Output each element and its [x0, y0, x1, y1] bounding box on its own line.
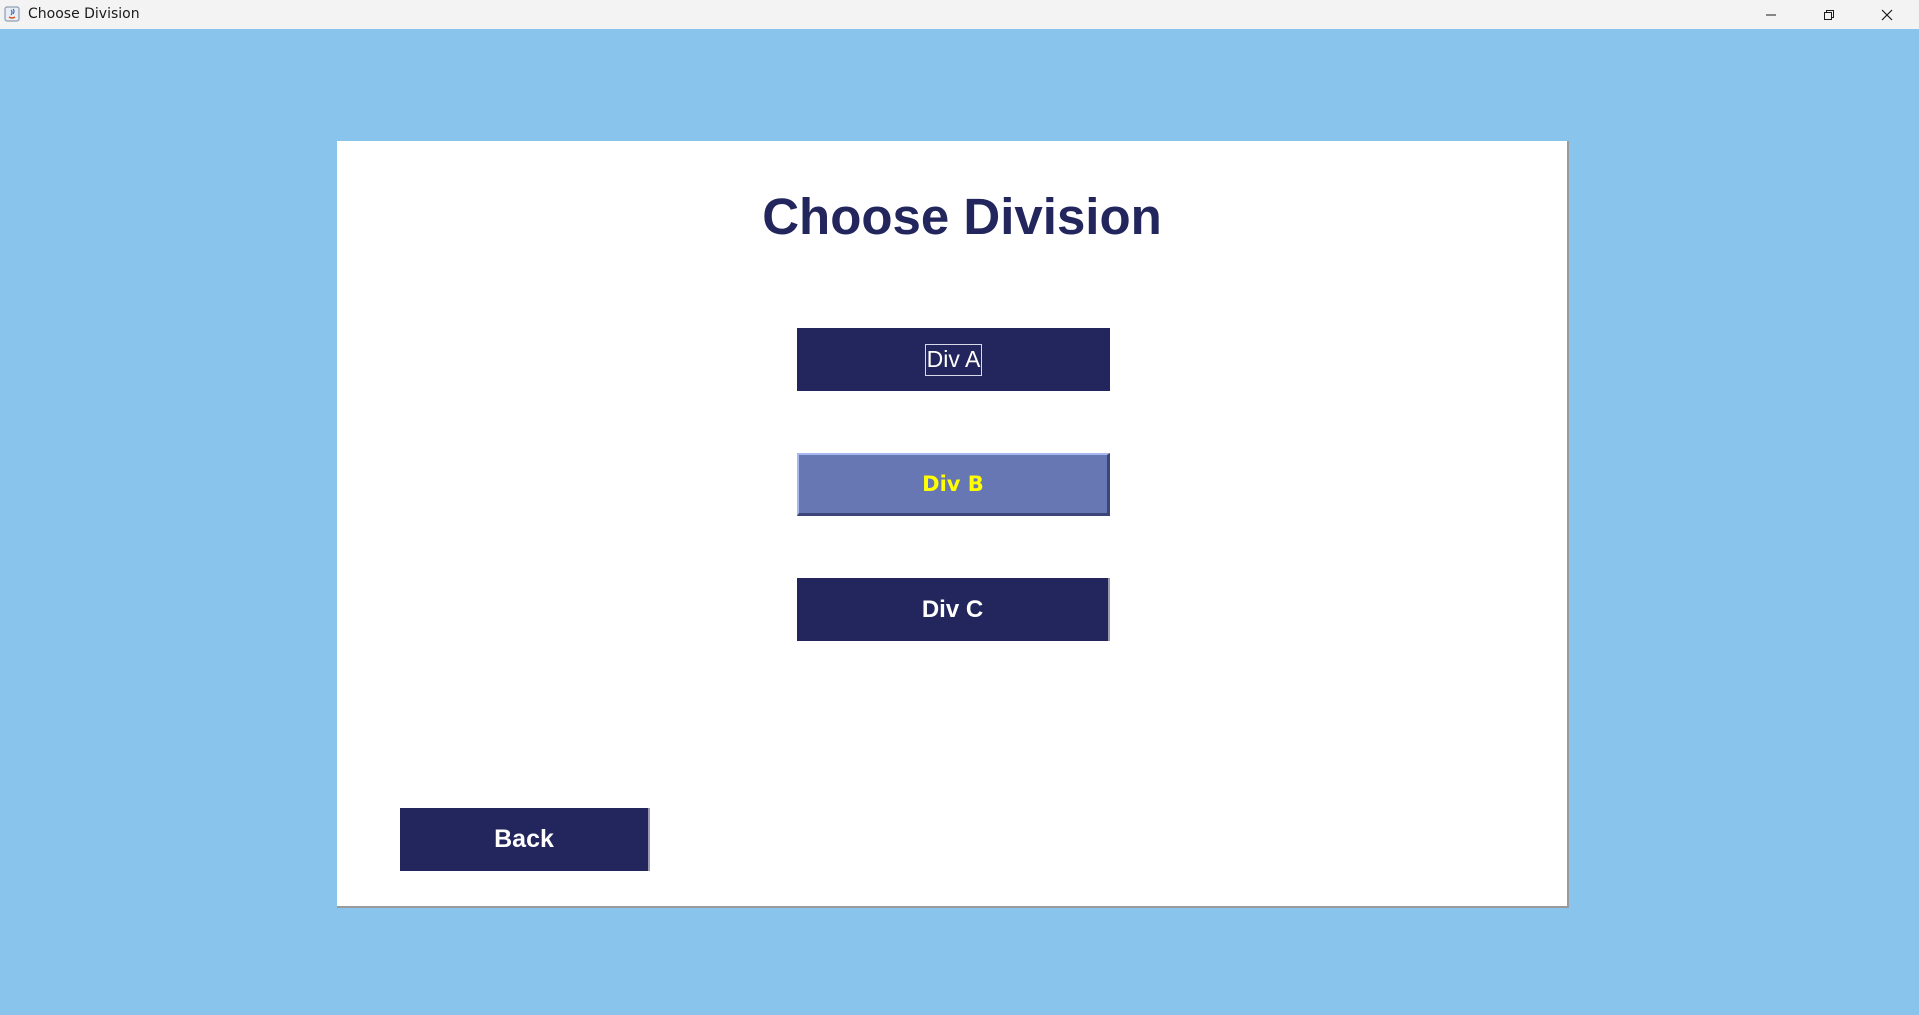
main-panel: Choose Division Div A Div B Div C Back: [337, 141, 1569, 908]
div-c-button[interactable]: Div C: [797, 578, 1110, 641]
back-button[interactable]: Back: [400, 808, 650, 871]
restore-icon: [1824, 9, 1834, 20]
title-bar[interactable]: Choose Division: [0, 0, 1919, 29]
div-b-button[interactable]: Div B: [797, 453, 1110, 516]
java-app-icon: [4, 6, 20, 22]
app-window: Choose Division Choose Division Div A Di…: [0, 0, 1919, 1015]
div-a-button[interactable]: Div A: [797, 328, 1110, 391]
restore-button[interactable]: [1800, 0, 1858, 29]
minimize-button[interactable]: [1742, 0, 1800, 29]
close-button[interactable]: [1858, 0, 1916, 29]
minimize-icon: [1766, 14, 1776, 15]
close-icon: [1881, 9, 1893, 20]
back-label: Back: [494, 825, 554, 853]
div-c-label: Div C: [921, 595, 984, 623]
window-title: Choose Division: [28, 6, 140, 22]
div-b-label: Div B: [922, 472, 984, 496]
div-a-label: Div A: [924, 343, 983, 376]
page-title: Choose Division: [762, 188, 1162, 245]
